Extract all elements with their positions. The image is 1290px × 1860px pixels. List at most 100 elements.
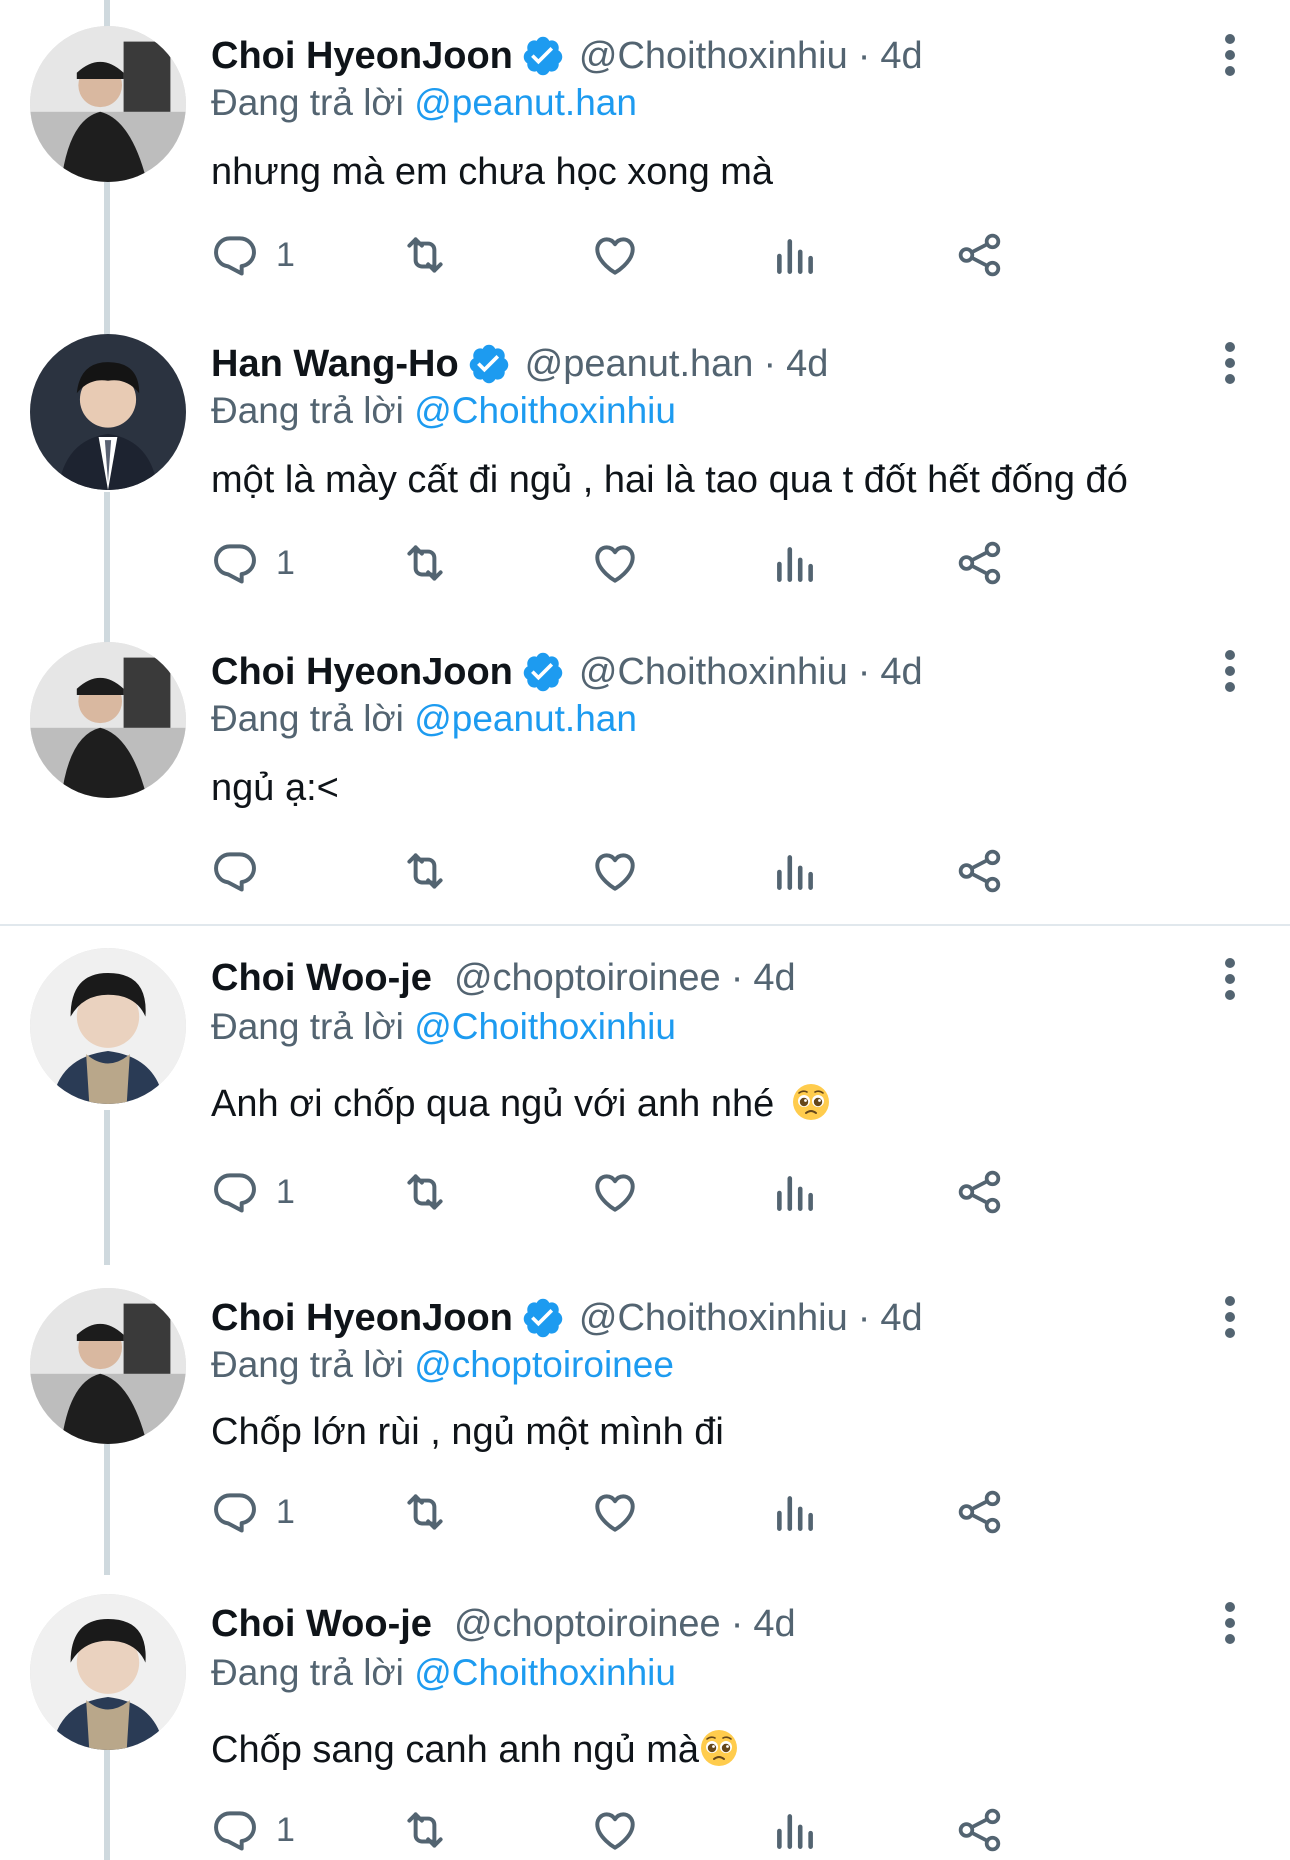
share-button[interactable] — [955, 225, 1005, 285]
replying-to-label: Đang trả lời — [211, 390, 404, 431]
share-icon — [955, 230, 1005, 280]
replying-to: Đang trả lời @Choithoxinhiu — [211, 1648, 676, 1698]
more-options-icon[interactable] — [1210, 1294, 1250, 1340]
views-icon — [770, 846, 820, 896]
retweet-button[interactable] — [400, 1162, 450, 1222]
replying-to: Đang trả lời @peanut.han — [211, 694, 637, 744]
separator-dot: · — [730, 1603, 744, 1645]
share-button[interactable] — [955, 533, 1005, 593]
author-name[interactable]: Choi HyeonJoon — [211, 30, 513, 82]
tweet[interactable]: Choi HyeonJoon @Choithoxinhiu · 4d Đang … — [0, 1262, 1290, 1568]
mention-link[interactable]: @choptoiroinee — [414, 1344, 674, 1385]
tweet-actions: 1 — [210, 1482, 1160, 1542]
share-icon — [955, 1805, 1005, 1855]
like-button[interactable] — [590, 1800, 640, 1860]
like-button[interactable] — [590, 533, 640, 593]
reply-button[interactable] — [210, 841, 276, 901]
reply-button[interactable]: 1 — [210, 1162, 295, 1222]
author-handle[interactable]: @choptoiroinee — [454, 952, 721, 1004]
mention-link[interactable]: @Choithoxinhiu — [414, 390, 676, 431]
avatar[interactable] — [30, 1594, 186, 1750]
share-button[interactable] — [955, 1800, 1005, 1860]
tweet[interactable]: Han Wang-Ho @peanut.han · 4d Đang trả lờ… — [0, 308, 1290, 614]
author-name[interactable]: Choi HyeonJoon — [211, 646, 513, 698]
retweet-button[interactable] — [400, 1800, 450, 1860]
avatar-choi-hyeonjoon-icon — [30, 26, 186, 182]
timestamp[interactable]: 4d — [880, 646, 922, 698]
author-handle[interactable]: @Choithoxinhiu — [579, 30, 848, 82]
tweet[interactable]: Choi HyeonJoon @Choithoxinhiu · 4d Đang … — [0, 616, 1290, 922]
retweet-button[interactable] — [400, 841, 450, 901]
mention-link[interactable]: @peanut.han — [414, 698, 637, 739]
heart-icon — [590, 846, 640, 896]
like-button[interactable] — [590, 1162, 640, 1222]
avatar-choi-hyeonjoon-icon — [30, 642, 186, 798]
replying-to-label: Đang trả lời — [211, 1344, 404, 1385]
share-button[interactable] — [955, 1162, 1005, 1222]
mention-link[interactable]: @peanut.han — [414, 82, 637, 123]
more-options-icon[interactable] — [1210, 32, 1250, 78]
tweet[interactable]: Choi HyeonJoon @Choithoxinhiu · 4d Đang … — [0, 0, 1290, 306]
mention-link[interactable]: @Choithoxinhiu — [414, 1006, 676, 1047]
author-name[interactable]: Choi Woo-je — [211, 1598, 432, 1650]
avatar[interactable] — [30, 948, 186, 1104]
views-icon — [770, 1487, 820, 1537]
verified-badge-icon — [521, 650, 565, 694]
views-button[interactable] — [770, 1162, 820, 1222]
tweet-actions: 1 — [210, 1800, 1160, 1860]
timestamp[interactable]: 4d — [880, 1292, 922, 1344]
like-button[interactable] — [590, 841, 640, 901]
avatar-choi-woo-je-icon — [30, 1594, 186, 1750]
reply-count: 1 — [276, 1492, 295, 1531]
separator-dot: · — [857, 1297, 871, 1339]
timestamp[interactable]: 4d — [786, 338, 828, 390]
author-handle[interactable]: @peanut.han — [525, 338, 754, 390]
avatar[interactable] — [30, 1288, 186, 1444]
more-options-icon[interactable] — [1210, 340, 1250, 386]
tweet-header: Choi HyeonJoon @Choithoxinhiu · 4d — [211, 646, 923, 698]
tweet-text: Chốp sang canh anh ngủ mà — [211, 1724, 739, 1776]
views-button[interactable] — [770, 225, 820, 285]
mention-link[interactable]: @Choithoxinhiu — [414, 1652, 676, 1693]
like-button[interactable] — [590, 225, 640, 285]
heart-icon — [590, 230, 640, 280]
views-button[interactable] — [770, 1800, 820, 1860]
tweet[interactable]: Choi Woo-je @choptoiroinee · 4d Đang trả… — [0, 1568, 1290, 1860]
more-options-icon[interactable] — [1210, 648, 1250, 694]
views-button[interactable] — [770, 1482, 820, 1542]
more-options-icon[interactable] — [1210, 1600, 1250, 1646]
tweet[interactable]: Choi Woo-je @choptoiroinee · 4d Đang trả… — [0, 926, 1290, 1232]
reply-icon — [210, 230, 260, 280]
retweet-icon — [400, 230, 450, 280]
reply-button[interactable]: 1 — [210, 1482, 295, 1542]
author-handle[interactable]: @Choithoxinhiu — [579, 1292, 848, 1344]
reply-button[interactable]: 1 — [210, 1800, 295, 1860]
timestamp[interactable]: 4d — [880, 30, 922, 82]
share-button[interactable] — [955, 841, 1005, 901]
tweet-text: nhưng mà em chưa học xong mà — [211, 151, 774, 193]
avatar[interactable] — [30, 26, 186, 182]
more-options-icon[interactable] — [1210, 956, 1250, 1002]
tweet-text: ngủ ạ:< — [211, 767, 339, 809]
author-name[interactable]: Han Wang-Ho — [211, 338, 459, 390]
avatar[interactable] — [30, 334, 186, 490]
replying-to-label: Đang trả lời — [211, 1652, 404, 1693]
retweet-icon — [400, 1805, 450, 1855]
share-button[interactable] — [955, 1482, 1005, 1542]
timestamp[interactable]: 4d — [753, 1598, 795, 1650]
retweet-button[interactable] — [400, 533, 450, 593]
retweet-button[interactable] — [400, 225, 450, 285]
separator-dot: · — [857, 35, 871, 77]
retweet-button[interactable] — [400, 1482, 450, 1542]
reply-button[interactable]: 1 — [210, 225, 295, 285]
like-button[interactable] — [590, 1482, 640, 1542]
timestamp[interactable]: 4d — [753, 952, 795, 1004]
views-button[interactable] — [770, 533, 820, 593]
author-name[interactable]: Choi Woo-je — [211, 952, 432, 1004]
author-name[interactable]: Choi HyeonJoon — [211, 1292, 513, 1344]
author-handle[interactable]: @Choithoxinhiu — [579, 646, 848, 698]
reply-button[interactable]: 1 — [210, 533, 295, 593]
author-handle[interactable]: @choptoiroinee — [454, 1598, 721, 1650]
views-button[interactable] — [770, 841, 820, 901]
avatar[interactable] — [30, 642, 186, 798]
